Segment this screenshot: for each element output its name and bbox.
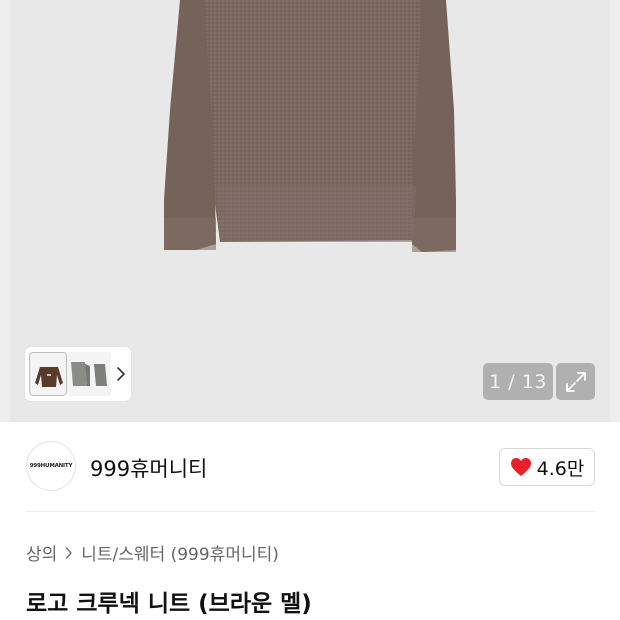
like-button[interactable]: 4.6만 — [499, 448, 595, 486]
brand-name[interactable]: 999휴머니티 — [90, 453, 207, 483]
expand-button[interactable] — [556, 363, 595, 400]
expand-icon — [565, 371, 586, 392]
product-image-gallery[interactable]: 1 / 13 — [0, 0, 620, 422]
heart-icon — [510, 458, 531, 476]
thumbnail-front[interactable] — [29, 352, 67, 396]
brand-logo-text: 999HUMANITY — [29, 463, 73, 469]
brand-row: 999HUMANITY 999휴머니티 4.6만 — [0, 422, 620, 512]
product-title: 로고 크루넥 니트 (브라운 멜) — [26, 591, 312, 617]
like-count: 4.6만 — [536, 457, 585, 480]
thumbnail-strip — [25, 347, 131, 401]
chevron-right-icon — [65, 546, 73, 559]
image-counter: 1 / 13 — [483, 363, 553, 400]
breadcrumb: 상의 니트/스웨터 (999휴머니티) — [26, 540, 279, 565]
brand-logo[interactable]: 999HUMANITY — [26, 441, 76, 491]
divider — [26, 511, 595, 512]
breadcrumb-category[interactable]: 상의 — [26, 540, 57, 565]
breadcrumb-subcategory[interactable]: 니트/스웨터 (999휴머니티) — [81, 540, 279, 565]
thumbnail-back[interactable] — [91, 352, 111, 396]
chevron-right-icon[interactable] — [113, 360, 129, 388]
